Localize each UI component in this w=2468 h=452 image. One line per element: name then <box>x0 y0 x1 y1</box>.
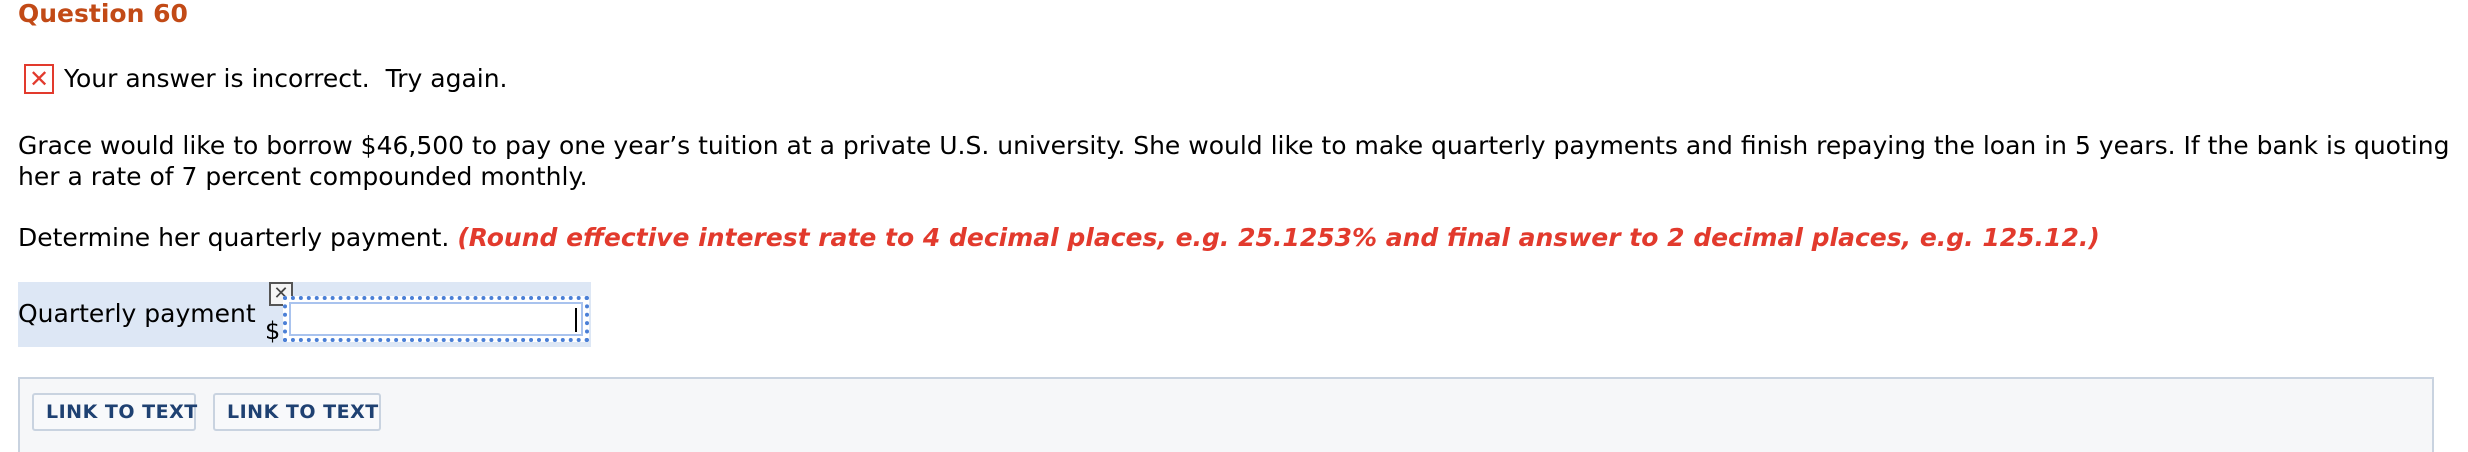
feedback-message: ✕ Your answer is incorrect. Try again. <box>24 62 508 96</box>
instruction: Determine her quarterly payment. (Round … <box>18 222 2100 253</box>
feedback-text: Your answer is incorrect. Try again. <box>64 64 508 93</box>
link-to-text-button-2[interactable]: LINK TO TEXT <box>213 393 381 431</box>
rounding-hint: (Round effective interest rate to 4 deci… <box>457 223 2100 252</box>
question-page: Question 60 ✕ Your answer is incorrect. … <box>0 0 2468 452</box>
question-title: Question 60 <box>18 0 188 28</box>
text-caret <box>575 308 577 332</box>
link-to-text-button-1[interactable]: LINK TO TEXT <box>32 393 197 431</box>
answer-label: Quarterly payment <box>18 299 256 328</box>
x-icon: ✕ <box>24 64 54 94</box>
instruction-text: Determine her quarterly payment. <box>18 223 450 252</box>
currency-symbol: $ <box>265 317 281 345</box>
answer-row: Quarterly payment ✕ $ <box>18 282 591 347</box>
problem-statement: Grace would like to borrow $46,500 to pa… <box>18 131 2450 191</box>
quarterly-payment-input[interactable] <box>283 296 589 342</box>
links-panel: LINK TO TEXT LINK TO TEXT <box>18 377 2434 452</box>
